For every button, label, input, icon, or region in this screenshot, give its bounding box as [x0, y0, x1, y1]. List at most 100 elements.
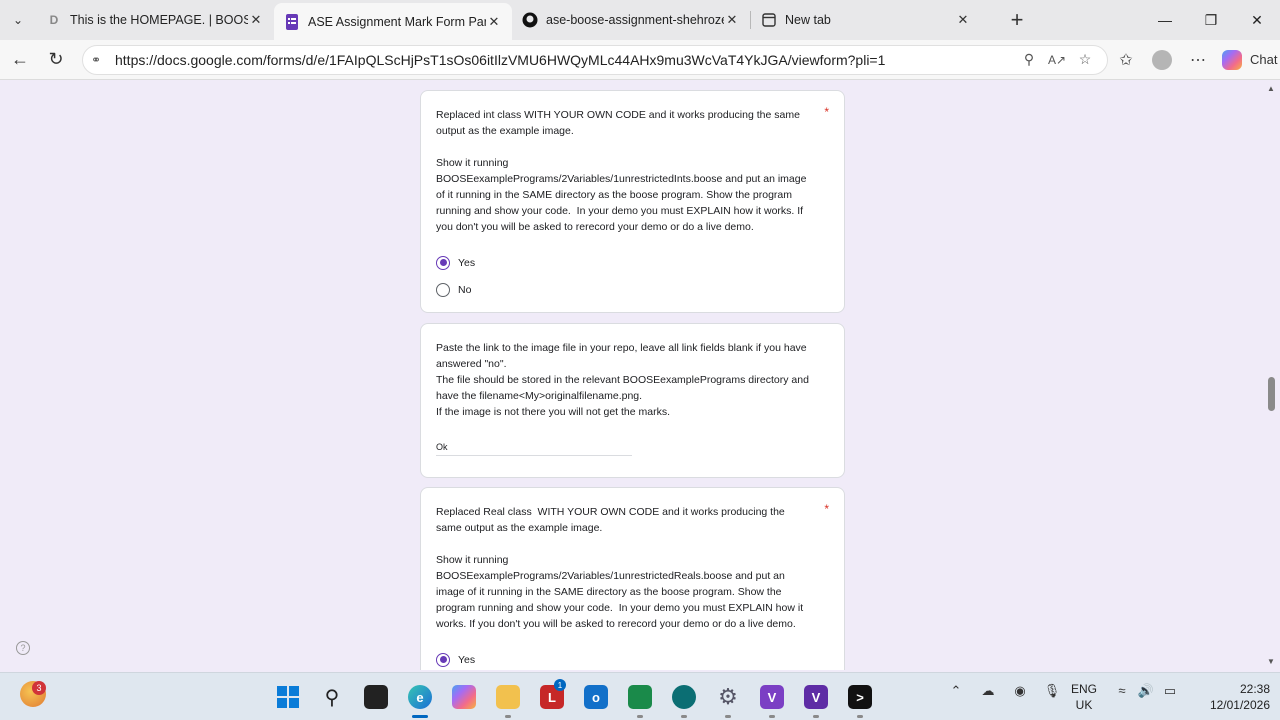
app-badge: 1: [554, 679, 566, 691]
form-page: Replaced int class WITH YOUR OWN CODE an…: [0, 81, 1264, 670]
close-tab-icon[interactable]: ✕: [486, 14, 502, 30]
folder-icon: [496, 685, 520, 709]
option-yes[interactable]: Yes: [436, 646, 829, 670]
tab-ase-form[interactable]: ASE Assignment Mark Form Part 2 ✕: [274, 3, 512, 40]
question-text: Paste the link to the image file in your…: [436, 342, 809, 418]
profile-button[interactable]: [1144, 44, 1180, 76]
wifi-icon: ≈: [1118, 683, 1126, 698]
tab-title: This is the HOMEPAGE. | BOOSEAp: [70, 13, 248, 27]
option-label: No: [458, 283, 472, 296]
window-controls: — ❐ ✕: [1142, 0, 1280, 40]
radio-icon[interactable]: [436, 282, 450, 297]
file-explorer-app[interactable]: [486, 679, 530, 718]
question-card-image-link: Paste the link to the image file in your…: [420, 323, 845, 478]
store-app[interactable]: [618, 679, 662, 718]
tab-github[interactable]: ase-boose-assignment-shehroze1 ✕: [512, 3, 750, 37]
forms-icon: [284, 13, 300, 30]
tab-bar: ⌄ D This is the HOMEPAGE. | BOOSEAp ✕ AS…: [0, 0, 1280, 40]
option-label: Yes: [458, 653, 476, 666]
terminal-app[interactable]: >: [838, 679, 882, 718]
outlook-app[interactable]: o: [574, 679, 618, 715]
tab-homepage[interactable]: D This is the HOMEPAGE. | BOOSEAp ✕: [36, 3, 274, 37]
chat-label: Chat: [1250, 52, 1278, 67]
required-asterisk: *: [824, 105, 829, 119]
question-card-real-class: Replaced Real class WITH YOUR OWN CODE a…: [420, 487, 845, 670]
help-icon[interactable]: ?: [16, 641, 30, 655]
language-indicator[interactable]: ENG UK: [1068, 681, 1100, 713]
d-favicon-icon: D: [49, 13, 59, 27]
close-tab-icon[interactable]: ✕: [724, 12, 740, 28]
scroll-down-icon[interactable]: ▼: [1267, 657, 1275, 666]
copilot-icon: [1222, 49, 1242, 70]
answer-field[interactable]: Ok: [436, 442, 632, 456]
close-tab-icon[interactable]: ✕: [955, 12, 971, 28]
back-button[interactable]: ←: [2, 44, 38, 76]
search-button[interactable]: ⚲: [310, 679, 354, 715]
edge-app[interactable]: e: [398, 679, 442, 718]
quick-settings[interactable]: ≈ 🔊 ▭: [1110, 683, 1182, 699]
address-bar: ← ↻ ⚭ https://docs.google.com/forms/d/e/…: [0, 40, 1280, 80]
running-indicator: [769, 715, 775, 718]
task-view-button[interactable]: [354, 679, 398, 715]
copilot-icon: [452, 685, 476, 709]
running-indicator: [857, 715, 863, 718]
restore-icon[interactable]: ❐: [1188, 0, 1234, 40]
close-tab-icon[interactable]: ✕: [248, 12, 264, 28]
running-indicator: [813, 715, 819, 718]
page-scrollbar[interactable]: ▲ ▼: [1264, 81, 1280, 670]
url-field[interactable]: ⚭ https://docs.google.com/forms/d/e/1FAI…: [82, 44, 1108, 75]
read-aloud-icon[interactable]: A↗: [1043, 53, 1071, 67]
option-yes[interactable]: Yes: [436, 249, 829, 276]
visual-studio-icon: V: [804, 685, 828, 709]
url-text[interactable]: https://docs.google.com/forms/d/e/1FAIpQ…: [115, 52, 1015, 68]
radio-selected-icon[interactable]: [436, 652, 450, 667]
reload-button[interactable]: ↻: [38, 44, 74, 76]
start-button[interactable]: [266, 679, 310, 715]
tab-actions-menu[interactable]: ⌄: [0, 0, 36, 40]
reload-icon: ↻: [48, 49, 64, 69]
clock[interactable]: 22:38 12/01/2026: [1190, 681, 1270, 713]
scrollbar-thumb[interactable]: [1268, 377, 1275, 411]
settings-app[interactable]: ⚙: [706, 679, 750, 718]
tab-title: New tab: [785, 13, 831, 27]
vpn-icon[interactable]: ◉: [1004, 683, 1036, 699]
store-icon: [628, 685, 652, 709]
favorites-icon[interactable]: ✩: [1108, 44, 1144, 76]
tab-title: ASE Assignment Mark Form Part 2: [308, 14, 486, 29]
running-indicator: [505, 715, 511, 718]
running-indicator: [637, 715, 643, 718]
visual-studio-icon: V: [760, 685, 784, 709]
visual-studio-app-2[interactable]: V: [794, 679, 838, 718]
new-tab-button[interactable]: +: [999, 3, 1035, 37]
lastpass-app[interactable]: L1: [530, 679, 574, 715]
tab-title: ase-boose-assignment-shehroze1: [546, 13, 724, 27]
close-window-icon[interactable]: ✕: [1234, 0, 1280, 40]
copilot-chat-button[interactable]: Chat: [1222, 49, 1278, 70]
github-icon: [522, 12, 538, 28]
taskbar: 3 ⚲ e L1 o ⚙ V V > ⌃ ☁ ◉ 🎙 ENG UK ≈ 🔊 ▭ 2…: [0, 672, 1280, 720]
zoom-icon[interactable]: ⚲: [1015, 51, 1043, 68]
option-no[interactable]: No: [436, 276, 829, 303]
scroll-up-icon[interactable]: ▲: [1267, 84, 1275, 93]
favorite-star-icon[interactable]: ☆: [1071, 51, 1099, 68]
radio-selected-icon[interactable]: [436, 255, 450, 270]
running-indicator: [412, 715, 428, 718]
copilot-app[interactable]: [442, 679, 486, 715]
tab-new[interactable]: New tab ✕: [751, 3, 981, 37]
plus-icon: +: [1010, 7, 1024, 32]
minimize-icon[interactable]: —: [1142, 0, 1188, 40]
network-app[interactable]: [662, 679, 706, 718]
globe-icon: [672, 685, 696, 709]
microphone-icon[interactable]: 🎙: [1036, 683, 1068, 699]
visual-studio-app[interactable]: V: [750, 679, 794, 718]
task-view-icon: [364, 685, 388, 709]
chevron-up-icon[interactable]: ⌃: [940, 683, 972, 699]
taskbar-apps: ⚲ e L1 o ⚙ V V >: [266, 679, 882, 718]
running-indicator: [681, 715, 687, 718]
onedrive-icon[interactable]: ☁: [972, 683, 1004, 699]
site-info-icon[interactable]: ⚭: [91, 53, 109, 67]
avatar: [1152, 49, 1172, 70]
question-text: Replaced Real class WITH YOUR OWN CODE a…: [436, 506, 804, 630]
running-indicator: [725, 715, 731, 718]
more-menu-icon[interactable]: ⋯: [1180, 44, 1216, 76]
